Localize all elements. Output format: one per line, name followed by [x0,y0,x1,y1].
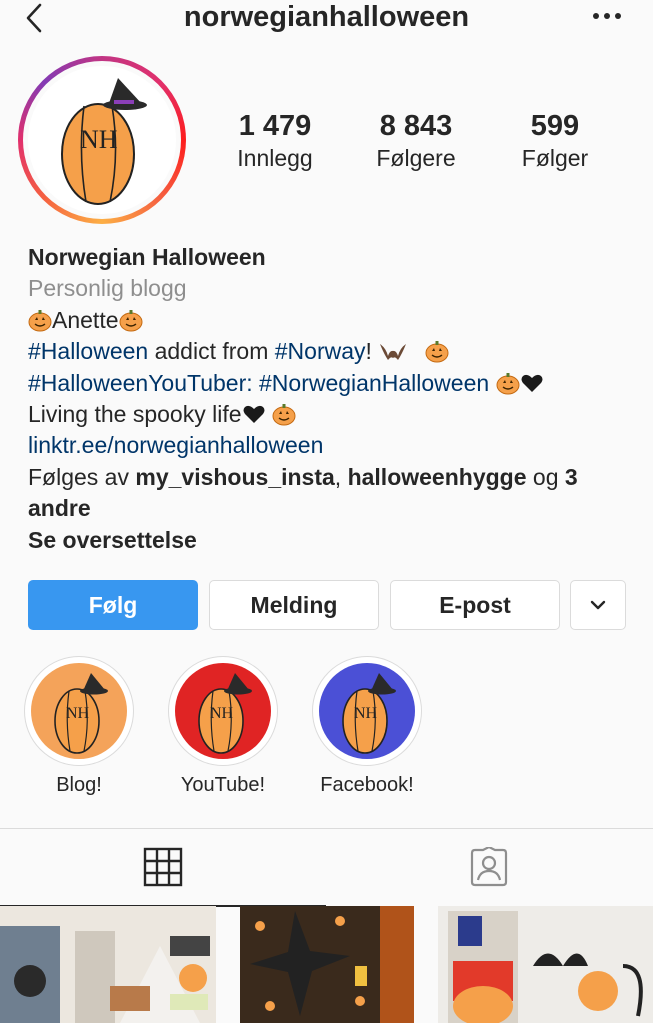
hashtag-link[interactable]: #NorwegianHalloween [259,370,489,396]
followed-by-separator: , [334,463,348,490]
highlight-cover: NH [319,663,415,759]
highlight-monogram: NH [210,705,234,722]
stat-value: 1 479 [238,110,312,142]
profile-website-link[interactable]: linktr.ee/norwegianhalloween [28,430,638,461]
post-thumbnail[interactable] [0,906,216,1023]
follow-button[interactable]: Følg [28,580,198,630]
pumpkin-logo-icon: NH [61,78,147,205]
grid-icon [143,847,183,887]
bio-text: ! [365,338,372,365]
avatar-monogram: NH [80,125,118,154]
post-thumbnail[interactable] [240,906,414,1023]
top-bar: norwegianhalloween [0,0,653,40]
followed-by-user: halloweenhygge [347,463,527,490]
highlight-monogram: NH [66,705,90,722]
suggestions-dropdown-button[interactable] [570,580,626,630]
post-grid [0,906,653,1023]
bio-text: Anette [52,306,119,333]
stat-label: Innlegg [237,145,313,171]
bio-text: addict from [148,338,275,365]
black-heart-emoji-icon [521,374,543,392]
stat-label: Følger [521,145,589,171]
tab-grid[interactable] [0,829,326,907]
stat-value: 8 843 [379,110,453,142]
tab-tagged[interactable] [326,829,652,905]
bio-line-1: Anette [28,305,638,336]
pumpkin-emoji-icon [272,404,296,426]
stat-followers[interactable]: 8 843 Følgere [351,108,481,172]
bat-emoji-icon [380,344,407,361]
bio-text: Living the spooky life [28,401,242,428]
highlight-blog[interactable]: NH Blog! [22,656,136,797]
more-horizontal-icon [593,13,621,19]
post-image [240,906,414,1023]
pumpkin-logo-icon: NH [342,673,396,754]
profile-display-name: Norwegian Halloween [28,244,266,270]
highlight-cover: NH [175,663,271,759]
bio-line-2: #Halloween addict from #Norway! [28,336,638,367]
hashtag-link[interactable]: #Halloween [28,338,148,364]
stat-posts[interactable]: 1 479 Innlegg [210,108,340,172]
avatar-image: NH [28,66,176,214]
profile-category: Personlig blogg [28,275,187,302]
chevron-down-icon [590,600,606,610]
pumpkin-emoji-icon [425,341,449,363]
hashtag-link[interactable]: #Norway [275,338,366,364]
followed-by-og: og [526,463,565,490]
followed-by-prefix: Følges av [28,463,136,490]
stat-following[interactable]: 599 Følger [490,108,620,172]
post-thumbnail[interactable] [438,906,653,1023]
post-image [438,906,653,1023]
pumpkin-emoji-icon [28,309,52,332]
highlight-label: YouTube! [180,774,266,796]
highlight-monogram: NH [354,705,378,722]
tagged-person-icon [470,847,508,887]
more-options-button[interactable] [591,6,623,26]
profile-tab-bar [0,828,653,907]
black-heart-emoji-icon [243,405,265,424]
hashtag-link[interactable]: #HalloweenYouTuber: [28,370,253,396]
pumpkin-logo-icon: NH [54,673,108,754]
stat-label: Følgere [376,145,456,171]
followed-by[interactable]: Følges av my_vishous_insta, halloweenhyg… [28,462,638,525]
message-button[interactable]: Melding [209,580,379,630]
highlight-label: Facebook! [320,774,414,796]
bio-line-4: Living the spooky life [28,399,638,430]
highlight-facebook[interactable]: NH Facebook! [310,656,424,797]
post-image [0,906,216,1023]
pumpkin-logo-icon: NH [198,673,252,754]
stat-value: 599 [530,110,580,142]
profile-stats: 1 479 Innlegg 8 843 Følgere 599 Følger [210,108,630,178]
see-translation-link[interactable]: Se oversettelse [28,525,638,556]
profile-avatar[interactable]: NH [18,56,186,224]
profile-actions: Følg Melding E-post [28,580,628,630]
followed-by-user: my_vishous_insta [135,463,335,490]
bio-line-3: #HalloweenYouTuber: #NorwegianHalloween [28,368,638,399]
highlight-youtube[interactable]: NH YouTube! [166,656,280,797]
highlight-label: Blog! [56,774,102,796]
story-highlights: NH Blog! NH YouTube! NH Facebook! [22,656,442,806]
highlight-cover: NH [31,663,127,759]
email-button[interactable]: E-post [390,580,560,630]
pumpkin-emoji-icon [496,372,520,395]
profile-bio: Norwegian Halloween Personlig blogg Anet… [28,242,638,556]
pumpkin-emoji-icon [119,309,142,332]
profile-username-title: norwegianhalloween [183,1,470,33]
